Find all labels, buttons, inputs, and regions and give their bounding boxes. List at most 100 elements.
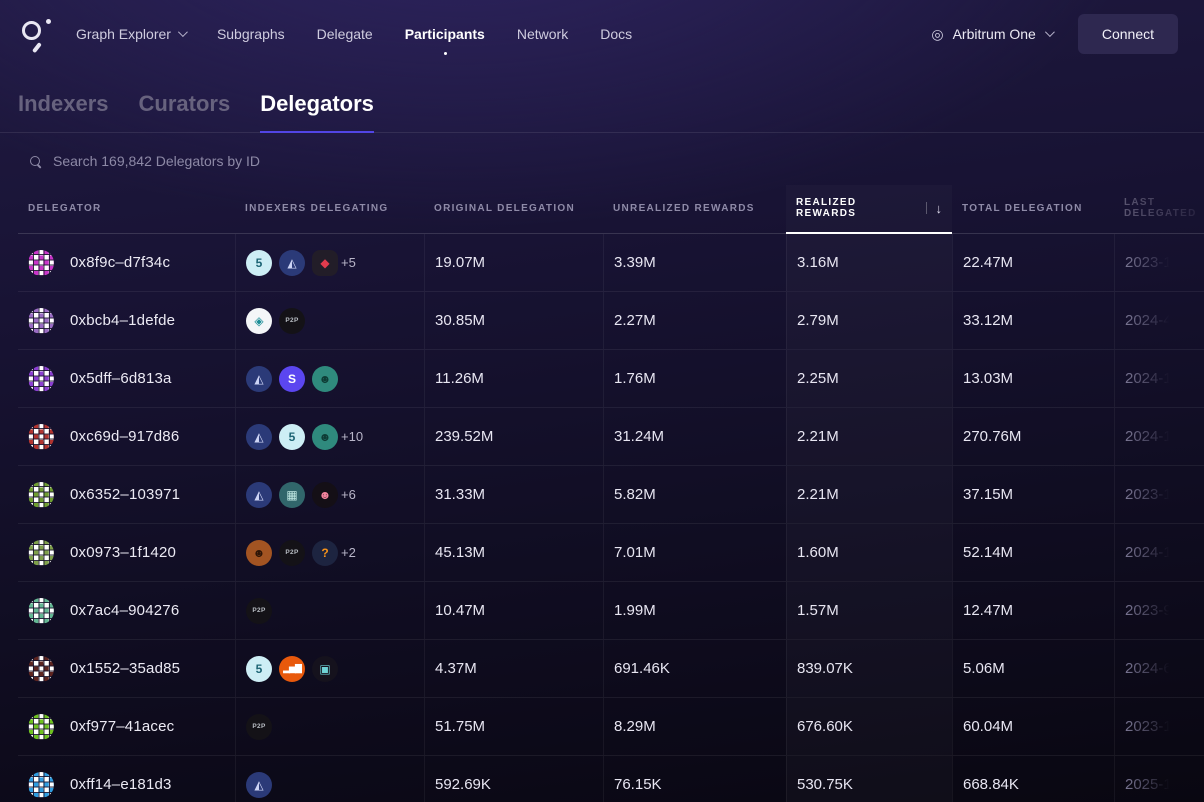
nav-item-label: Network (517, 26, 568, 42)
chevron-down-icon (178, 27, 188, 37)
total-delegation-cell: 13.03M (952, 350, 1114, 407)
unrealized-rewards-value: 2.27M (614, 312, 656, 329)
indexers-delegating-cell: ◭5☻ +10 (235, 408, 424, 465)
table-row[interactable]: 0x6352–103971 ◭▦☻ +6 31.33M 5.82M 2.21M … (18, 466, 1204, 524)
nav-item-network[interactable]: Network (517, 26, 568, 42)
dotted-globe-icon[interactable]: ▦ (279, 482, 305, 508)
bar-chart-icon[interactable]: ▂▅▇ (279, 656, 305, 682)
p2p-icon[interactable]: P2P (246, 714, 272, 740)
table-row[interactable]: 0x0973–1f1420 ☻P2P? +2 45.13M 7.01M 1.60… (18, 524, 1204, 582)
nav-item-docs[interactable]: Docs (600, 26, 632, 42)
total-delegation-value: 270.76M (963, 428, 1021, 445)
five-badge-icon[interactable]: 5 (246, 656, 272, 682)
table-header-row: Delegator Indexers Delegating Original D… (18, 185, 1204, 234)
nav-item-graph-explorer[interactable]: Graph Explorer (76, 26, 185, 42)
s-badge-icon[interactable]: S (279, 366, 305, 392)
navy-logo-icon[interactable]: ◭ (246, 482, 272, 508)
question-mark-icon[interactable]: ? (312, 540, 338, 566)
navy-logo-icon[interactable]: ◭ (246, 424, 272, 450)
delegator-cell: 0x5dff–6d813a (18, 350, 235, 407)
total-delegation-cell: 5.06M (952, 640, 1114, 697)
delegator-identicon (28, 772, 54, 798)
unrealized-rewards-cell: 76.15K (603, 756, 786, 802)
more-indexers-count: +2 (341, 545, 356, 560)
frame-crop-icon[interactable]: ▣ (312, 656, 338, 682)
table-row[interactable]: 0xc69d–917d86 ◭5☻ +10 239.52M 31.24M 2.2… (18, 408, 1204, 466)
delegator-cell: 0x0973–1f1420 (18, 524, 235, 581)
last-delegated-cell: 2023-1 (1114, 698, 1204, 755)
delegator-cell: 0xf977–41acec (18, 698, 235, 755)
column-header-indexers-delegating[interactable]: Indexers Delegating (235, 185, 424, 233)
navy-logo-icon[interactable]: ◭ (246, 366, 272, 392)
last-delegated-cell: 2024-1 (1114, 350, 1204, 407)
delegator-identicon (28, 656, 54, 682)
table-row[interactable]: 0xf977–41acec P2P 51.75M 8.29M 676.60K 6… (18, 698, 1204, 756)
tab-indexers[interactable]: Indexers (18, 91, 109, 132)
five-badge-icon[interactable]: 5 (246, 250, 272, 276)
search-input[interactable] (53, 153, 573, 169)
p2p-icon[interactable]: P2P (279, 308, 305, 334)
realized-rewards-cell: 2.79M (786, 292, 952, 349)
unrealized-rewards-cell: 691.46K (603, 640, 786, 697)
delegator-address: 0xbcb4–1defde (70, 312, 175, 329)
connect-button[interactable]: Connect (1078, 14, 1178, 54)
realized-rewards-cell: 2.21M (786, 466, 952, 523)
last-delegated-value: 2024-1 (1125, 544, 1172, 561)
original-delegation-cell: 51.75M (424, 698, 603, 755)
nav-item-subgraphs[interactable]: Subgraphs (217, 26, 285, 42)
tab-curators[interactable]: Curators (139, 91, 231, 132)
table-row[interactable]: 0x1552–35ad85 5▂▅▇▣ 4.37M 691.46K 839.07… (18, 640, 1204, 698)
column-header-original-delegation[interactable]: Original Delegation (424, 185, 603, 233)
table-row[interactable]: 0xff14–e181d3 ◭ 592.69K 76.15K 530.75K 6… (18, 756, 1204, 802)
original-delegation-cell: 592.69K (424, 756, 603, 802)
last-delegated-value: 2023-1 (1125, 718, 1172, 735)
table-row[interactable]: 0x5dff–6d813a ◭S☻ 11.26M 1.76M 2.25M 13.… (18, 350, 1204, 408)
column-header-realized-rewards[interactable]: Realized Rewards ↓ (786, 185, 952, 233)
squid-avatar-icon[interactable]: ☻ (312, 482, 338, 508)
graph-logo[interactable] (22, 16, 52, 52)
original-delegation-cell: 4.37M (424, 640, 603, 697)
person-avatar-icon[interactable]: ☻ (246, 540, 272, 566)
navy-logo-icon[interactable]: ◭ (246, 772, 272, 798)
last-delegated-cell: 2023-9 (1114, 582, 1204, 639)
p2p-icon[interactable]: P2P (246, 598, 272, 624)
teal-diamond-icon[interactable]: ◈ (246, 308, 272, 334)
p2p-icon[interactable]: P2P (279, 540, 305, 566)
delegator-cell: 0x6352–103971 (18, 466, 235, 523)
realized-rewards-value: 2.21M (797, 428, 839, 445)
table-row[interactable]: 0xbcb4–1defde ◈P2P 30.85M 2.27M 2.79M 33… (18, 292, 1204, 350)
table-row[interactable]: 0x8f9c–d7f34c 5◭◆ +5 19.07M 3.39M 3.16M … (18, 234, 1204, 292)
last-delegated-cell: 2023-1 (1114, 466, 1204, 523)
navy-logo-icon[interactable]: ◭ (279, 250, 305, 276)
unrealized-rewards-cell: 8.29M (603, 698, 786, 755)
last-delegated-cell: 2025-1 (1114, 756, 1204, 802)
total-delegation-cell: 270.76M (952, 408, 1114, 465)
column-header-unrealized-rewards[interactable]: Unrealized Rewards (603, 185, 786, 233)
nav-right: ◎ Arbitrum One Connect (931, 14, 1178, 54)
total-delegation-cell: 37.15M (952, 466, 1114, 523)
total-delegation-cell: 33.12M (952, 292, 1114, 349)
delegator-address: 0x7ac4–904276 (70, 602, 179, 619)
table-row[interactable]: 0x7ac4–904276 P2P 10.47M 1.99M 1.57M 12.… (18, 582, 1204, 640)
red-diamond-icon[interactable]: ◆ (312, 250, 338, 276)
total-delegation-cell: 52.14M (952, 524, 1114, 581)
original-delegation-value: 51.75M (435, 718, 485, 735)
original-delegation-cell: 19.07M (424, 234, 603, 291)
five-badge-icon[interactable]: 5 (279, 424, 305, 450)
column-header-last-delegated[interactable]: Last Delegated (1114, 185, 1204, 233)
unrealized-rewards-cell: 1.76M (603, 350, 786, 407)
realized-rewards-value: 2.21M (797, 486, 839, 503)
person-avatar-icon[interactable]: ☻ (312, 424, 338, 450)
nav-item-participants[interactable]: Participants (405, 26, 485, 42)
original-delegation-cell: 10.47M (424, 582, 603, 639)
realized-rewards-value: 676.60K (797, 718, 853, 735)
column-header-total-delegation[interactable]: Total Delegation (952, 185, 1114, 233)
network-selector[interactable]: ◎ Arbitrum One (931, 26, 1051, 42)
person-avatar-icon[interactable]: ☻ (312, 366, 338, 392)
delegator-address: 0xc69d–917d86 (70, 428, 179, 445)
nav-item-delegate[interactable]: Delegate (317, 26, 373, 42)
tab-delegators[interactable]: Delegators (260, 91, 374, 132)
column-header-delegator[interactable]: Delegator (18, 185, 235, 233)
last-delegated-value: 2025-1 (1125, 776, 1172, 793)
unrealized-rewards-cell: 1.99M (603, 582, 786, 639)
